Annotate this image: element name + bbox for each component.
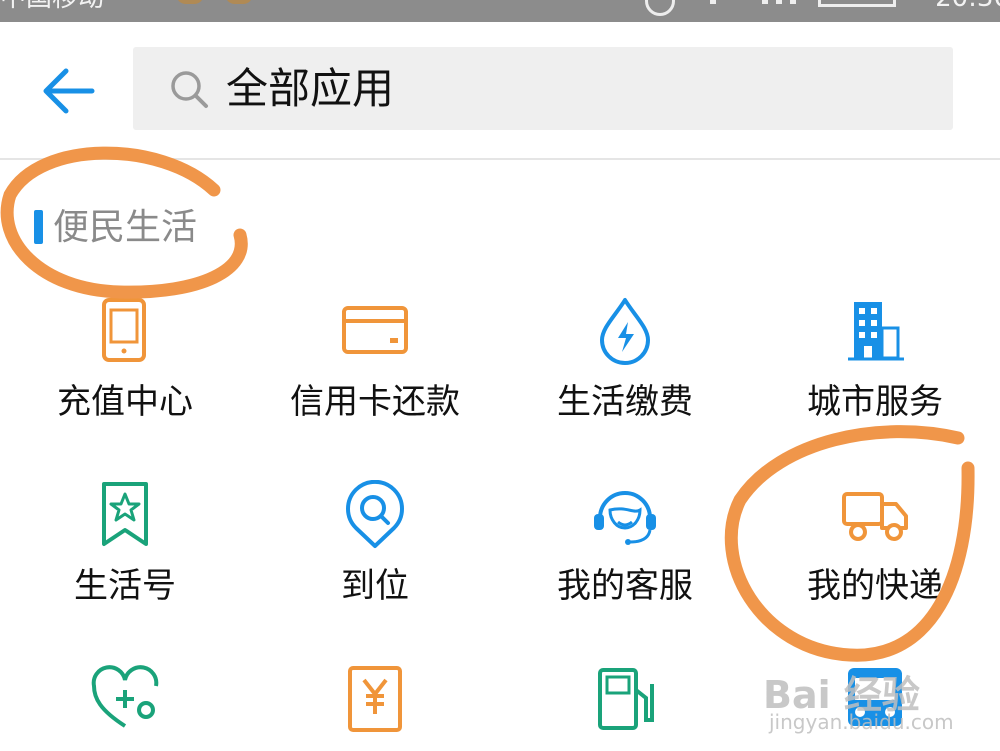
search-input[interactable]: 全部应用 [133, 47, 953, 130]
back-arrow-icon [43, 68, 95, 114]
battery-icon [818, 0, 896, 7]
app-utility-payment[interactable]: 生活缴费 [500, 296, 750, 476]
status-bar: 中国移动 20:36 [0, 0, 1000, 22]
signal-bars-icon [790, 0, 796, 4]
gas-station-icon [598, 668, 654, 730]
alarm-icon [645, 0, 675, 16]
app-recharge-center[interactable]: 充值中心 [0, 296, 250, 476]
header-divider [0, 158, 1000, 160]
app-city-services[interactable]: 城市服务 [750, 296, 1000, 476]
app-ticket[interactable] [250, 664, 500, 751]
header: 全部应用 [0, 22, 1000, 158]
app-label: 生活号 [74, 566, 176, 606]
truck-icon [842, 492, 908, 541]
building-icon [848, 302, 904, 361]
app-label: 生活缴费 [557, 382, 693, 422]
location-search-icon [346, 480, 404, 548]
credit-card-icon [342, 306, 408, 354]
stethoscope-icon [91, 665, 159, 728]
app-life-account[interactable]: 生活号 [0, 480, 250, 660]
section-title: 便民生活 [53, 207, 198, 248]
app-label: 我的客服 [557, 566, 693, 606]
signal-icon [710, 0, 716, 4]
emoji-icon [176, 0, 204, 4]
app-my-express[interactable]: 我的快递 [750, 480, 1000, 660]
signal-bars-icon [776, 0, 782, 4]
water-drop-bolt-icon [600, 298, 650, 365]
yuan-ticket-icon [348, 666, 402, 732]
clock: 20:36 [935, 0, 1000, 11]
app-label: 到位 [341, 566, 409, 606]
section-marker [34, 210, 43, 244]
app-medical[interactable] [0, 664, 250, 751]
search-query: 全部应用 [226, 64, 395, 113]
app-label: 我的快递 [807, 566, 943, 606]
app-label: 信用卡还款 [290, 382, 460, 422]
headset-icon [594, 491, 656, 545]
emoji-icon [225, 0, 253, 4]
app-label: 城市服务 [807, 382, 943, 422]
carrier-name: 中国移动 [0, 0, 104, 11]
search-icon [171, 71, 208, 108]
signal-bars-icon [762, 0, 768, 4]
watermark-url: jingyan.baidu.com [769, 710, 954, 734]
app-credit-card-repayment[interactable]: 信用卡还款 [250, 296, 500, 476]
app-daowei[interactable]: 到位 [250, 480, 500, 660]
phone-icon [102, 298, 146, 362]
baidu-watermark: Bai 经验 jingyan.baidu.com [763, 664, 963, 744]
back-button[interactable] [40, 67, 96, 115]
app-customer-service[interactable]: 我的客服 [500, 480, 750, 660]
app-gas-station[interactable] [500, 664, 750, 751]
bookmark-star-icon [102, 482, 148, 546]
app-label: 充值中心 [57, 382, 193, 422]
